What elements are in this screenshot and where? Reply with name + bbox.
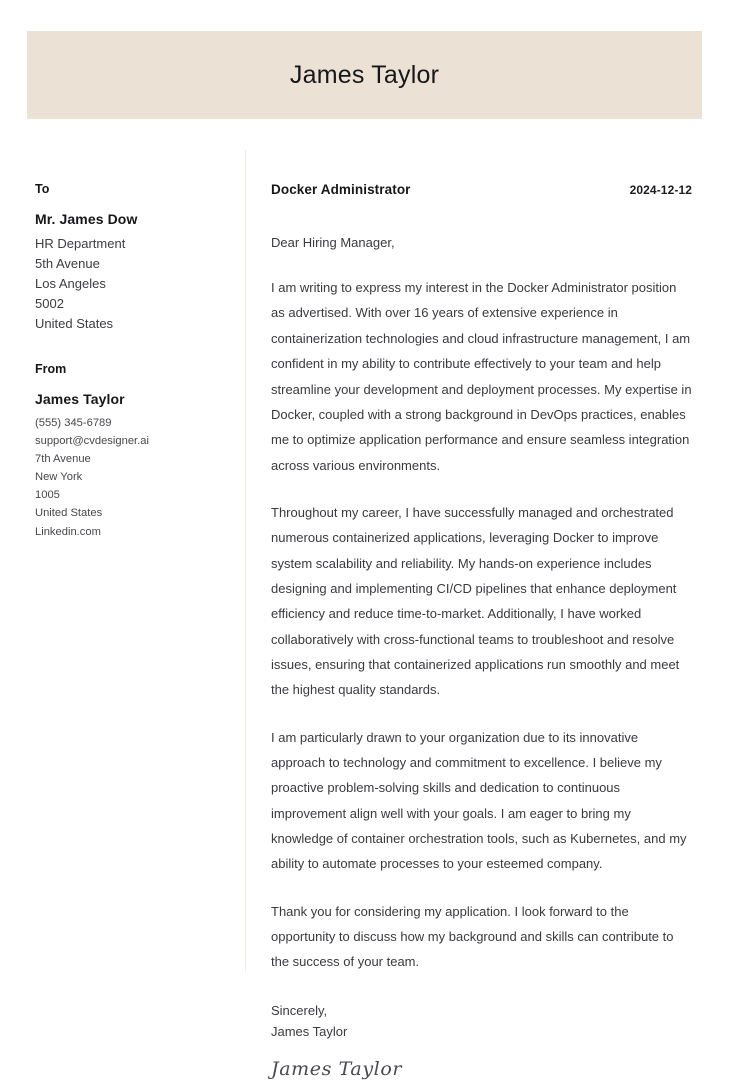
recipient-heading: To [35,182,50,196]
closing-name: James Taylor [271,1023,348,1039]
recipient-line: United States [35,315,114,331]
job-title: Docker Administrator [271,182,411,197]
sender-line: United States [35,507,103,520]
recipient-line: Los Angeles [35,275,106,291]
sender-block: From James Taylor (555) 345-6789 support… [35,362,230,541]
recipient-line: HR Department [35,235,126,251]
closing-block: Sincerely, James Taylor [271,1001,692,1043]
closing-word: Sincerely, [271,1002,328,1018]
header-band: James Taylor [27,31,702,119]
sender-line: 1005 [35,489,60,502]
sender-line: 7th Avenue [35,452,91,465]
sender-website: Linkedin.com [35,525,101,538]
column-divider [245,150,246,972]
letter-paragraph: Thank you for considering my application… [271,903,674,970]
sender-name: James Taylor [35,390,125,407]
letter-paragraph: Throughout my career, I have successfull… [271,504,680,698]
letter-header-row: Docker Administrator 2024-12-12 [271,182,692,197]
sender-email: support@cvdesigner.ai [35,434,149,447]
recipient-name: Mr. James Dow [35,210,138,227]
letter-paragraph: I am writing to express my interest in t… [271,280,692,473]
letter-paragraph: I am particularly drawn to your organiza… [271,729,687,872]
signature: James Taylor [271,1058,403,1081]
salutation: Dear Hiring Manager, [271,235,395,250]
cover-letter-page: James Taylor To Mr. James Dow HR Departm… [0,0,730,1080]
letter-body: Docker Administrator 2024-12-12 Dear Hir… [271,182,692,1081]
sender-line: New York [35,471,83,484]
sender-phone: (555) 345-6789 [35,416,112,429]
recipient-line: 5002 [35,295,64,311]
sidebar: To Mr. James Dow HR Department 5th Avenu… [35,182,230,541]
letter-date: 2024-12-12 [629,183,692,197]
recipient-line: 5th Avenue [35,255,100,271]
sender-heading: From [35,361,67,376]
recipient-block: To Mr. James Dow HR Department 5th Avenu… [35,182,230,334]
page-title: James Taylor [289,60,440,89]
